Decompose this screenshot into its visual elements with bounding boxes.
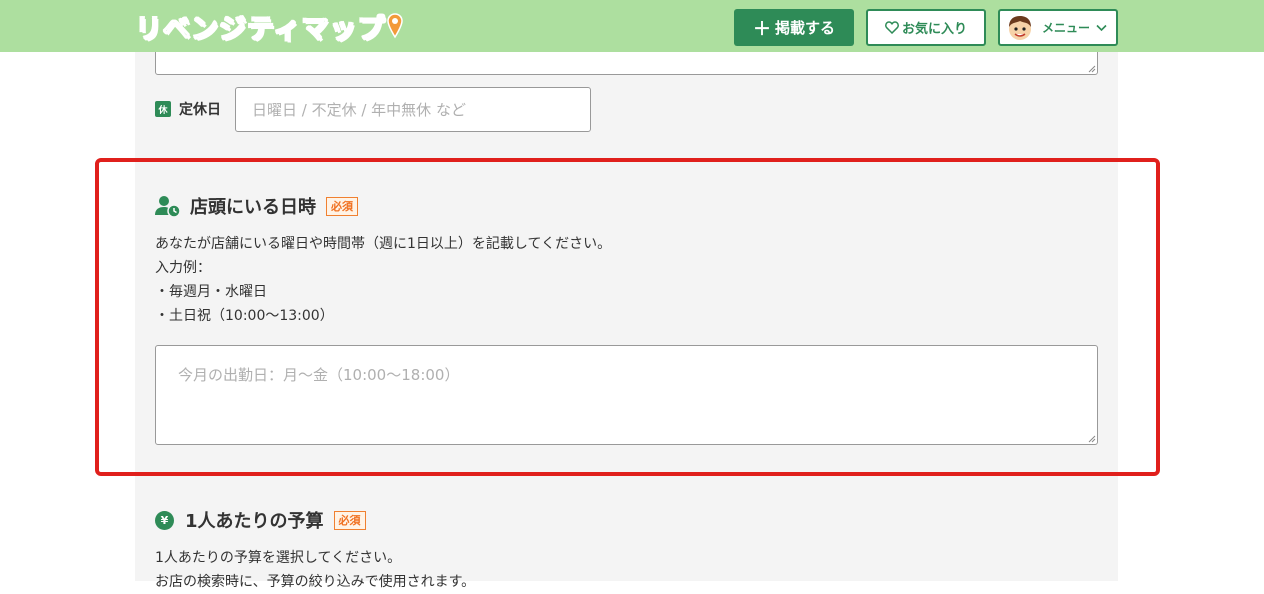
menu-button[interactable]: メニュー [998, 9, 1118, 46]
time-at-store-placeholder: 今月の出勤日：月〜金（10:00〜18:00） [178, 366, 460, 384]
closed-days-placeholder: 日曜日 / 不定休 / 年中無休 など [252, 101, 466, 119]
budget-title: 1人あたりの予算 [185, 511, 324, 532]
time-at-store-description: あなたが店舗にいる曜日や時間帯（週に1日以上）を記載してください。 入力例： ・… [155, 232, 611, 328]
post-listing-label: 掲載する [774, 19, 835, 37]
closed-days-input[interactable]: 日曜日 / 不定休 / 年中無休 など [235, 87, 591, 132]
time-at-store-heading: 店頭にいる日時 必須 [155, 193, 358, 219]
favorites-button[interactable]: お気に入り [866, 9, 986, 46]
chevron-down-icon [1096, 24, 1107, 31]
person-clock-icon [155, 196, 181, 217]
description-line: 1人あたりの予算を選択してください。 [155, 550, 402, 566]
logo-text: リベンジティマップ [134, 13, 386, 46]
resize-grip-icon[interactable] [1088, 65, 1096, 73]
description-line: 入力例： [155, 260, 211, 276]
description-line: お店の検索時に、予算の絞り込みで使用されます。 [155, 574, 476, 590]
heart-icon [884, 21, 899, 34]
closed-days-icon: 休 [155, 101, 171, 117]
post-listing-button[interactable]: ＋ 掲載する [734, 9, 854, 46]
budget-heading: ¥ 1人あたりの予算 必須 [155, 507, 366, 533]
plus-icon: ＋ [752, 18, 771, 40]
time-at-store-title: 店頭にいる日時 [190, 197, 316, 218]
map-pin-icon [387, 13, 404, 39]
required-badge: 必須 [326, 196, 358, 216]
resize-grip-icon[interactable] [1088, 435, 1096, 443]
required-badge: 必須 [333, 510, 366, 530]
menu-label: メニュー [1042, 21, 1091, 35]
avatar [1009, 15, 1031, 40]
description-line: ・毎週月・水曜日 [155, 284, 267, 300]
yen-icon: ¥ [155, 510, 174, 530]
site-header: リベンジティマップ ＋ 掲載する お気に入り メニュー [0, 0, 1264, 52]
favorites-label: お気に入り [901, 22, 967, 37]
site-logo[interactable]: リベンジティマップ [134, 5, 404, 47]
description-line: あなたが店舗にいる曜日や時間帯（週に1日以上）を記載してください。 [155, 236, 612, 252]
budget-description: 1人あたりの予算を選択してください。 お店の検索時に、予算の絞り込みで使用されま… [155, 546, 475, 594]
description-line: ・土日祝（10:00〜13:00） [155, 308, 334, 324]
time-at-store-textarea[interactable]: 今月の出勤日：月〜金（10:00〜18:00） [155, 345, 1098, 445]
closed-days-label: 定休日 [179, 102, 221, 118]
closed-days-label-row: 休 定休日 [155, 98, 221, 120]
